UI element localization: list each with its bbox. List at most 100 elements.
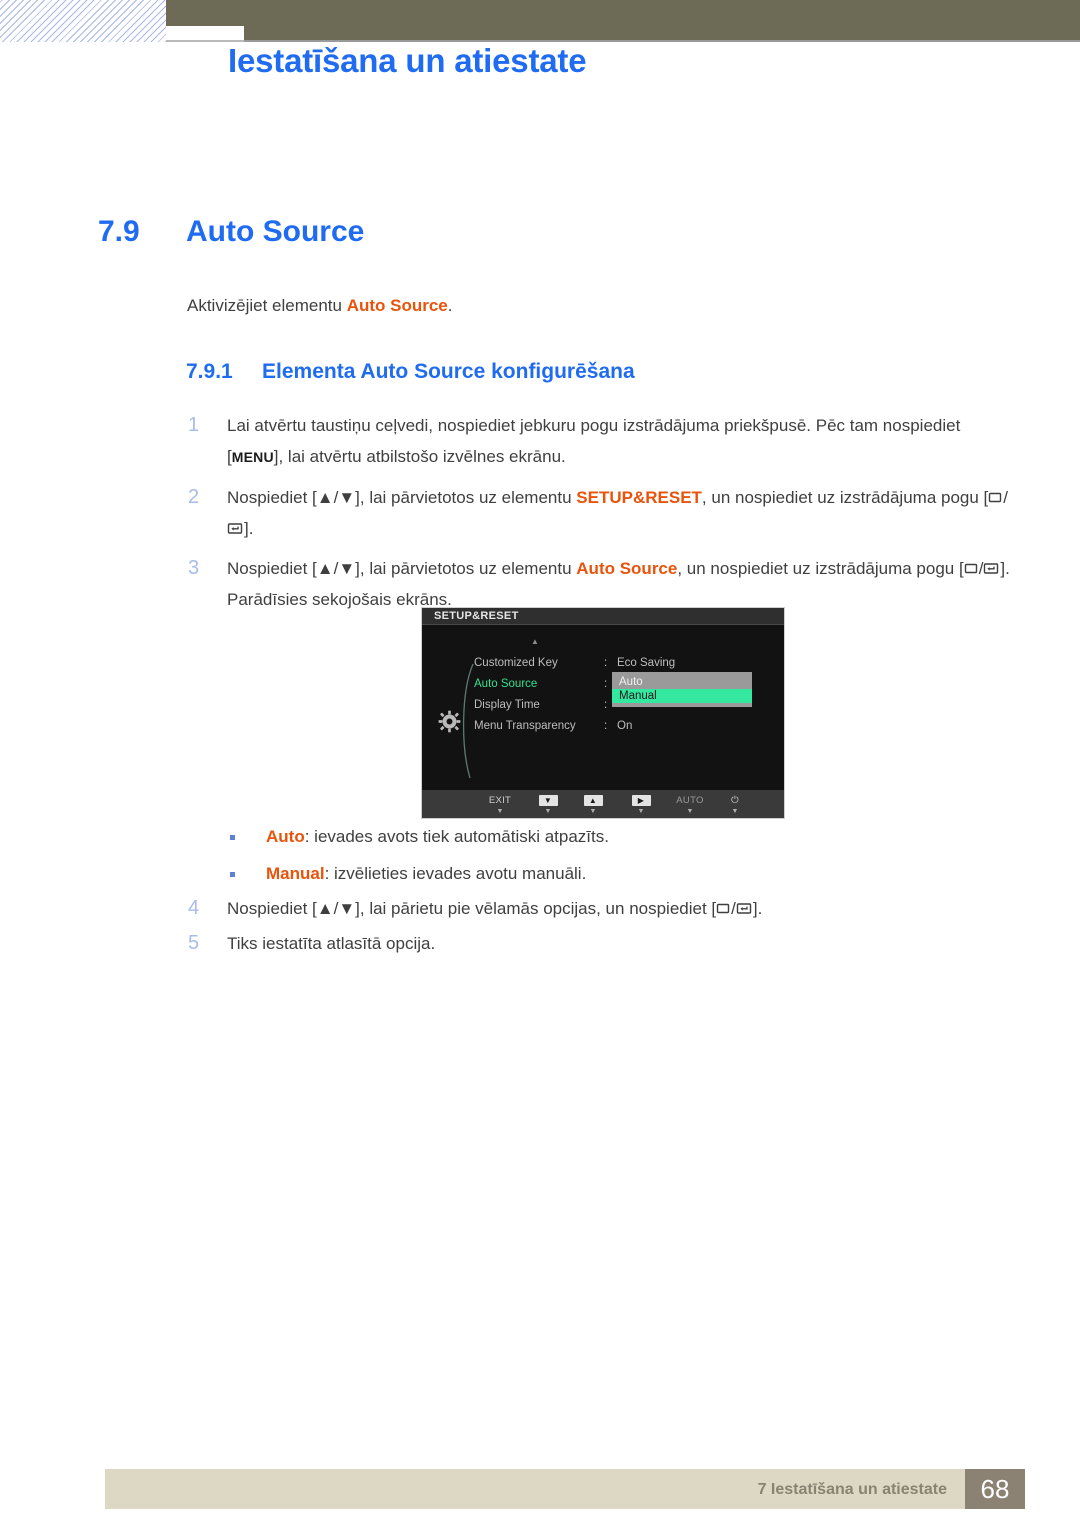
osd-key-exit[interactable]: EXIT ▼ xyxy=(477,794,523,816)
step-text-part3: ]. xyxy=(752,899,763,918)
osd-row-label: Menu Transparency xyxy=(474,720,576,732)
section-heading: 7.9 Auto Source xyxy=(98,215,364,249)
source-button-icon xyxy=(988,491,1003,504)
enter-button-icon xyxy=(736,902,753,915)
step-number: 1 xyxy=(188,414,200,436)
manual-page: Iestatīšana un atiestate 7.9 Auto Source … xyxy=(0,0,1080,1527)
step-item: 5 Tiks iestatīta atlasītā opcija. xyxy=(186,928,1016,959)
step-text-part2: ], lai atvērtu atbilstošo izvēlnes ekrān… xyxy=(273,447,566,466)
enter-button-icon xyxy=(983,562,1000,575)
intro-prefix: Aktivizējiet elementu xyxy=(187,296,347,315)
osd-key-tick-icon: ▼ xyxy=(637,808,645,815)
osd-row-label: Auto Source xyxy=(474,678,538,690)
scroll-up-indicator-icon: ▲ xyxy=(531,637,539,646)
step-item: 2 Nospiediet [▲/▼], lai pārvietotos uz e… xyxy=(186,482,1016,544)
step-text-part2: ], lai pārvietotos uz elementu xyxy=(355,488,577,507)
osd-row-menu-transparency[interactable]: Menu Transparency : On xyxy=(474,716,774,737)
power-icon: ⏻ xyxy=(731,795,739,806)
osd-key-up[interactable]: ▲ ▼ xyxy=(570,794,616,816)
osd-key-label: EXIT xyxy=(488,795,512,806)
osd-key-power[interactable]: ⏻ ▼ xyxy=(712,794,758,816)
arrow-keys-glyph: ▲/▼ xyxy=(316,559,356,578)
osd-row-value: On xyxy=(617,720,633,732)
osd-row-colon: : xyxy=(604,678,608,690)
section-number: 7.9 xyxy=(98,215,140,248)
slash-separator: / xyxy=(1003,488,1008,507)
osd-key-tick-icon: ▼ xyxy=(544,808,552,815)
osd-menu-title: SETUP&RESET xyxy=(434,610,519,622)
osd-key-guide-bar: EXIT ▼ ▼ ▼ ▲ ▼ ▶ ▼ AUTO ▼ ⏻ ▼ xyxy=(422,789,784,818)
step-item: 3 Nospiediet [▲/▼], lai pārvietotos uz e… xyxy=(186,553,1016,615)
osd-row-value: Eco Saving xyxy=(617,657,676,669)
osd-key-label: ▲ xyxy=(570,794,616,807)
down-arrow-icon: ▼ xyxy=(538,795,558,806)
osd-key-auto[interactable]: AUTO ▼ xyxy=(667,794,713,816)
subsection-number: 7.9.1 xyxy=(186,360,233,383)
section-title: Auto Source xyxy=(186,215,365,248)
step-text-part1: Nospiediet [ xyxy=(227,559,317,578)
osd-row-colon: : xyxy=(604,699,608,711)
up-arrow-icon: ▲ xyxy=(583,795,603,806)
subsection-title: Elementa Auto Source konfigurēšana xyxy=(262,360,635,383)
osd-key-tick-icon: ▼ xyxy=(686,808,694,815)
page-number-badge: 68 xyxy=(965,1469,1025,1509)
step-text-part1: Nospiediet [ xyxy=(227,488,317,507)
bullet-term: Manual xyxy=(266,864,325,883)
osd-key-down[interactable]: ▼ ▼ xyxy=(525,794,571,816)
step-item: 1 Lai atvērtu taustiņu ceļvedi, nospiedi… xyxy=(186,410,1016,473)
osd-screenshot: SETUP&RESET ▲ Customized Key: Eco Savin… xyxy=(421,607,785,819)
bullet-term: Auto xyxy=(266,827,305,846)
intro-suffix: . xyxy=(447,296,453,315)
step-text-part1: Nospiediet [ xyxy=(227,899,317,918)
step-highlight: SETUP&RESET xyxy=(576,488,702,507)
bullet-text: : izvēlieties ievades avotu manuāli. xyxy=(324,864,587,883)
step-number: 4 xyxy=(188,897,200,919)
subsection-heading: 7.9.1 Elementa Auto Source konfigurēšana xyxy=(186,360,635,384)
osd-key-tick-icon: ▼ xyxy=(589,808,597,815)
step-text-part1: Tiks iestatīta atlasītā opcija. xyxy=(227,934,436,953)
intro-highlight: Auto Source xyxy=(346,296,448,315)
step-number: 2 xyxy=(188,486,200,508)
osd-row-colon: : xyxy=(604,720,608,732)
osd-row-customized-key[interactable]: Customized Key : Eco Saving xyxy=(474,653,774,674)
dropdown-option-manual[interactable]: Manual xyxy=(612,689,752,703)
step-text-part2: ], lai pārietu pie vēlamās opcijas, un n… xyxy=(355,899,717,918)
step-text-part2: ], lai pārvietotos uz elementu xyxy=(355,559,577,578)
osd-key-label: ▶ xyxy=(618,794,664,807)
list-item: Manual: izvēlieties ievades avotu manuāl… xyxy=(228,862,928,886)
section-intro: Aktivizējiet elementu Auto Source. xyxy=(187,296,452,316)
decorative-hatch-pattern xyxy=(0,0,166,42)
menu-key-label: MENU xyxy=(231,449,274,465)
step-text-part4: ]. xyxy=(244,519,254,538)
bullet-text: : ievades avots tiek automātiski atpazīt… xyxy=(304,827,609,846)
page-header-title: Iestatīšana un atiestate xyxy=(228,42,587,79)
footer-chapter-label: 7 Iestatīšana un atiestate xyxy=(757,1481,947,1498)
osd-key-tick-icon: ▼ xyxy=(496,808,504,815)
osd-row-colon: : xyxy=(604,657,608,669)
step-text-part3: , un nospiediet uz izstrādājuma pogu [ xyxy=(677,559,964,578)
procedure-steps-list: 1 Lai atvērtu taustiņu ceļvedi, nospiedi… xyxy=(186,410,1016,624)
arrow-keys-glyph: ▲/▼ xyxy=(316,488,356,507)
source-button-icon xyxy=(716,902,731,915)
osd-row-label: Display Time xyxy=(474,699,540,711)
osd-key-label: ▼ xyxy=(525,794,571,807)
step-number: 5 xyxy=(188,932,200,954)
procedure-steps-list-continued: 4 Nospiediet [▲/▼], lai pārietu pie vēla… xyxy=(186,893,1016,963)
osd-key-label: AUTO xyxy=(676,795,704,806)
option-descriptions-list: Auto: ievades avots tiek automātiski atp… xyxy=(228,825,928,899)
dropdown-option-auto[interactable]: Auto xyxy=(612,675,752,689)
source-button-icon xyxy=(964,562,979,575)
step-highlight: Auto Source xyxy=(576,559,678,578)
step-item: 4 Nospiediet [▲/▼], lai pārietu pie vēla… xyxy=(186,893,1016,924)
page-footer: 7 Iestatīšana un atiestate 68 xyxy=(105,1469,1025,1509)
right-arrow-icon: ▶ xyxy=(631,795,651,806)
header-band xyxy=(166,0,1080,40)
osd-body: ▲ Customized Key : Eco Saving Auto Sourc… xyxy=(422,626,784,789)
auto-source-dropdown[interactable]: Auto Manual xyxy=(612,672,752,707)
step-text-part3: , un nospiediet uz izstrādājuma pogu [ xyxy=(701,488,989,507)
osd-key-right[interactable]: ▶ ▼ xyxy=(618,794,664,816)
step-number: 3 xyxy=(188,557,200,579)
arrow-keys-glyph: ▲/▼ xyxy=(316,899,356,918)
osd-key-tick-icon: ▼ xyxy=(731,808,739,815)
list-item: Auto: ievades avots tiek automātiski atp… xyxy=(228,825,928,849)
